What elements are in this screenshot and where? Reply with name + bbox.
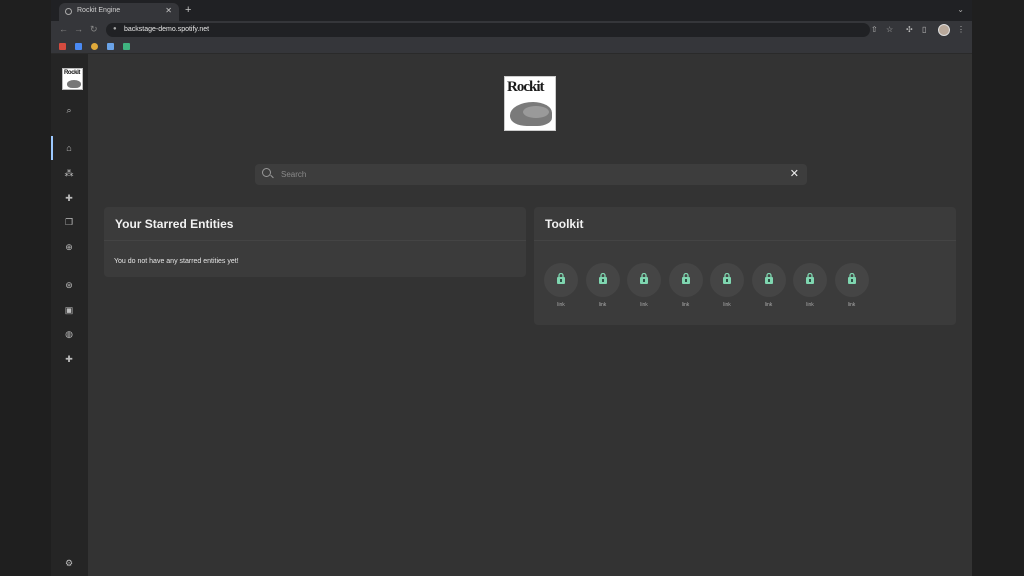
toolkit-link-label: link [557, 302, 565, 308]
toolkit-link[interactable]: link [668, 263, 703, 309]
sidebar-home-icon[interactable]: ⌂ [63, 142, 75, 154]
link-icon [681, 273, 690, 284]
reload-icon[interactable]: ↻ [90, 24, 98, 35]
sidebar-logo[interactable]: Rockit [62, 68, 83, 90]
bookmark-app-icon[interactable] [107, 43, 114, 50]
bookmark-chrome-icon[interactable] [91, 43, 98, 50]
toolkit-link-circle[interactable] [834, 263, 869, 297]
link-icon [806, 273, 814, 284]
sidebar-active-indicator [51, 136, 53, 160]
search-input[interactable] [281, 167, 761, 182]
extensions-icon[interactable]: ✣ [906, 25, 913, 34]
bookmarks-bar [51, 39, 972, 54]
sidebar-radar-icon[interactable]: ⊛ [63, 279, 75, 291]
toolkit-link-circle[interactable] [585, 263, 620, 297]
toolkit-card: Toolkit link link link link link link link link [534, 207, 956, 325]
toolkit-link[interactable]: link [834, 263, 869, 309]
link-icon [557, 273, 565, 284]
toolkit-link-label: link [764, 302, 773, 308]
toolkit-link[interactable]: link [585, 263, 620, 309]
sidebar-plugins-icon[interactable]: ✚ [63, 353, 75, 365]
toolkit-link-label: link [847, 302, 856, 308]
search-icon [262, 168, 271, 177]
sidebar-search-icon[interactable]: ⌕ [63, 104, 75, 116]
browser-tab[interactable]: Rockit Engine ✕ [59, 3, 179, 21]
tab-strip: Rockit Engine ✕ + ⌄ [51, 0, 972, 21]
new-tab-icon[interactable]: + [185, 4, 191, 16]
sidebar-logo-text: Rockit [64, 70, 80, 76]
toolkit-link-circle[interactable] [793, 263, 827, 297]
toolkit-link-circle[interactable] [544, 263, 578, 297]
bookmark-gmail-icon[interactable] [59, 43, 66, 50]
starred-empty-message: You do not have any starred entities yet… [114, 258, 239, 265]
toolkit-link[interactable]: link [627, 263, 661, 309]
sidebar-catalog-icon[interactable]: ⁂ [63, 167, 75, 179]
bookmark-sheets-icon[interactable] [123, 43, 130, 50]
forward-icon[interactable]: → [74, 24, 83, 34]
toolkit-link-label: link [640, 302, 648, 308]
link-icon [847, 273, 856, 284]
clear-search-icon[interactable]: ✕ [790, 167, 799, 181]
tab-favicon-icon [65, 8, 72, 15]
rockit-logo: Rockit [504, 76, 556, 131]
browser-toolbar: ← → ↻ ● backstage-demo.spotify.net ⇧ ☆ ✣… [51, 21, 972, 39]
link-icon [723, 273, 731, 284]
sidebar-settings-icon[interactable]: ⚙ [63, 557, 75, 569]
sidebar-create-icon[interactable]: ⊕ [63, 241, 75, 253]
bookmark-star-icon[interactable]: ☆ [886, 25, 893, 34]
bookmark-docs-icon[interactable] [75, 43, 82, 50]
toolkit-link-circle[interactable] [710, 263, 744, 297]
toolkit-link[interactable]: link [710, 263, 744, 309]
sidebar-cost-icon[interactable]: ▣ [63, 304, 75, 316]
starred-entities-title: Your Starred Entities [115, 217, 234, 231]
address-bar[interactable]: ● backstage-demo.spotify.net [106, 23, 870, 37]
main-content: Rockit ✕ Your Starred Entities You do no… [88, 54, 972, 576]
menu-dots-icon[interactable]: ⋮ [957, 25, 965, 34]
lock-icon: ● [113, 26, 117, 32]
browser-window: Rockit Engine ✕ + ⌄ ← → ↻ ● backstage-de… [51, 0, 972, 576]
sidebar: Rockit ⌕ ⌂ ⁂ ✚ ❐ ⊕ ⊛ ▣ ◍ ✚ ⚙ [51, 54, 88, 576]
toolkit-link-label: link [806, 302, 814, 308]
card-divider [534, 240, 956, 241]
toolkit-link-label: link [681, 302, 690, 308]
sidebar-docs-icon[interactable]: ❐ [63, 216, 75, 228]
search-bar: ✕ [255, 164, 807, 185]
address-url[interactable]: backstage-demo.spotify.net [124, 26, 209, 33]
rock-icon [67, 80, 81, 88]
card-divider [104, 240, 526, 241]
sidebar-globe-icon[interactable]: ◍ [63, 328, 75, 340]
toolkit-link[interactable]: link [544, 263, 578, 309]
share-icon[interactable]: ⇧ [871, 25, 878, 34]
back-icon[interactable]: ← [59, 24, 68, 34]
link-icon [598, 273, 607, 284]
tab-title: Rockit Engine [77, 7, 121, 14]
toolkit-link-label: link [598, 302, 607, 308]
profile-avatar[interactable] [938, 24, 950, 36]
side-panel-icon[interactable]: ▯ [922, 25, 926, 34]
starred-entities-card: Your Starred Entities You do not have an… [104, 207, 526, 277]
sidebar-apis-icon[interactable]: ✚ [63, 192, 75, 204]
link-icon [640, 273, 648, 284]
toolkit-link[interactable]: link [751, 263, 786, 309]
toolkit-link-circle[interactable] [668, 263, 703, 297]
toolkit-link-circle[interactable] [751, 263, 786, 297]
rockit-logo-text: Rockit [507, 79, 544, 95]
toolkit-link-label: link [723, 302, 731, 308]
tab-close-icon[interactable]: ✕ [165, 6, 172, 15]
toolkit-title: Toolkit [545, 217, 584, 231]
toolkit-link[interactable]: link [793, 263, 827, 309]
link-icon [764, 273, 773, 284]
tab-search-chevron-icon[interactable]: ⌄ [957, 5, 964, 14]
toolkit-link-circle[interactable] [627, 263, 661, 297]
rock-highlight [523, 106, 549, 118]
